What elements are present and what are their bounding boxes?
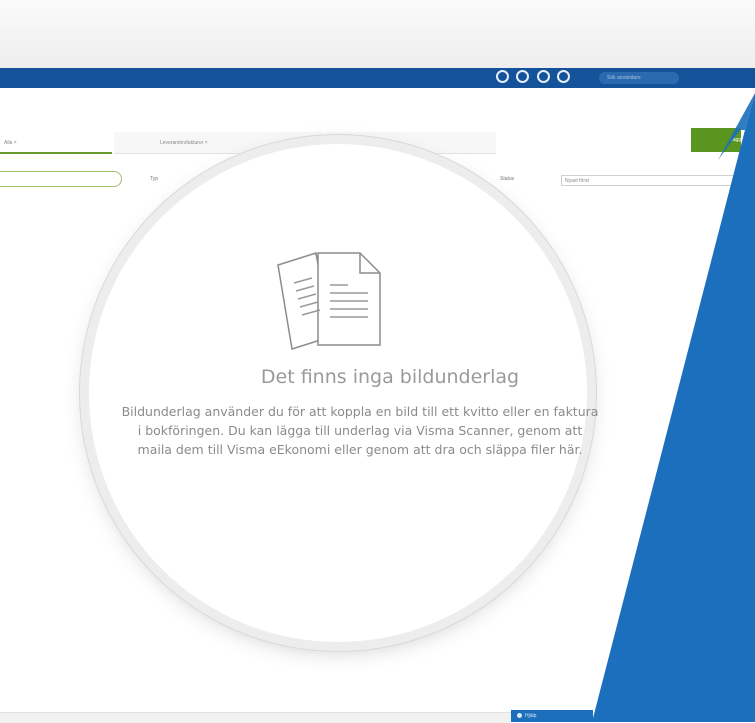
- status-bar: [0, 712, 511, 723]
- magnifier-lens: [89, 144, 587, 642]
- sort-dropdown[interactable]: Nyast först: [561, 175, 736, 186]
- browser-chrome: [0, 0, 755, 69]
- documents-icon: [277, 252, 381, 350]
- add-button[interactable]: Lägg till: [691, 128, 741, 152]
- help-button-label: Hjälp: [525, 713, 537, 719]
- app-top-bar: Sök användare: [0, 68, 755, 88]
- tab-all-label: Alla: [4, 140, 13, 146]
- settings-icon[interactable]: [537, 70, 550, 83]
- help-icon[interactable]: [557, 70, 570, 83]
- filter-search-input[interactable]: [0, 171, 122, 187]
- message-icon[interactable]: [516, 70, 529, 83]
- globe-icon[interactable]: [496, 70, 509, 83]
- type-filter-label: Typ: [150, 176, 159, 182]
- tab-all[interactable]: Alla ×: [0, 132, 112, 154]
- tab-receipts-label: Kvitton: [378, 140, 394, 146]
- help-button-icon: [517, 713, 522, 718]
- status-filter-label: Status: [500, 176, 515, 182]
- empty-state-title: Det finns inga bildunderlag: [260, 366, 520, 388]
- tab-supplier-invoices-label: Leverantörsfakturor: [160, 140, 204, 146]
- empty-state-description: Bildunderlag använder du för att koppla …: [121, 404, 599, 457]
- help-button[interactable]: Hjälp: [511, 710, 593, 722]
- user-search-input[interactable]: Sök användare: [599, 72, 679, 84]
